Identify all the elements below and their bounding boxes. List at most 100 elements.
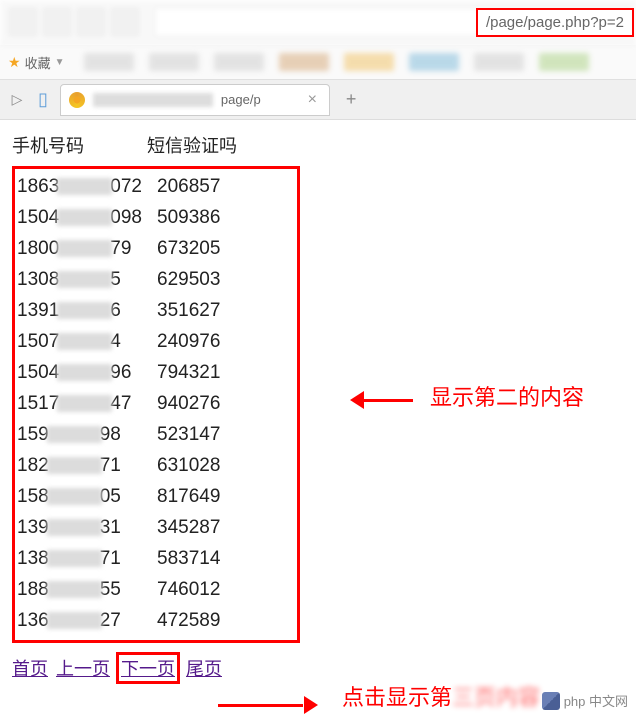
code-cell: 472589 [157, 605, 220, 636]
phone-prefix: 1507 [17, 331, 59, 352]
url-highlight-box: /page/page.php?p=2 [476, 8, 634, 37]
pagination-last-link[interactable]: 尾页 [186, 655, 222, 681]
phone-cell: 15074 [17, 326, 157, 357]
fav-item[interactable] [409, 53, 459, 71]
fav-item[interactable] [539, 53, 589, 71]
nav-refresh-button[interactable] [76, 7, 106, 37]
url-path: /page/page.php?p=2 [486, 14, 624, 31]
table-header-row: 手机号码 短信验证吗 [12, 132, 624, 158]
pagination-first-link[interactable]: 首页 [12, 655, 48, 681]
phone-masked [47, 519, 102, 536]
phone-prefix: 1504 [17, 362, 59, 383]
phone-suffix: 98 [100, 424, 121, 445]
phone-masked [47, 581, 102, 598]
fav-item[interactable] [474, 53, 524, 71]
browser-tab[interactable]: page/p × [60, 84, 330, 116]
fav-item[interactable] [344, 53, 394, 71]
table-row: 18855746012 [15, 574, 297, 605]
table-row: 15805817649 [15, 481, 297, 512]
tab-title-visible: page/p [221, 92, 261, 107]
new-tab-button[interactable]: + [338, 89, 365, 110]
phone-prefix: 1391 [17, 300, 59, 321]
fav-item[interactable] [149, 53, 199, 71]
tab-close-button[interactable]: × [304, 91, 321, 109]
code-cell: 345287 [157, 512, 220, 543]
table-row: 13085629503 [15, 264, 297, 295]
phone-masked [57, 395, 112, 412]
tab-bar: ▷ ▯ page/p × + [0, 80, 636, 120]
code-cell: 940276 [157, 388, 220, 419]
code-cell: 629503 [157, 264, 220, 295]
phone-prefix: 159 [17, 424, 49, 445]
code-cell: 509386 [157, 202, 220, 233]
phone-cell: 1800 79 [17, 233, 157, 264]
phone-cell: 151747 [17, 388, 157, 419]
favorites-label[interactable]: 收藏 [25, 53, 51, 72]
phone-masked [57, 271, 112, 288]
phone-prefix: 158 [17, 486, 49, 507]
watermark: php 中文网 [542, 691, 628, 710]
nav-forward-button[interactable] [42, 7, 72, 37]
table-row: 1863072206857 [15, 171, 297, 202]
table-row: 13871583714 [15, 543, 297, 574]
phone-suffix: 55 [100, 579, 121, 600]
table-row: 1504 96 794321 [15, 357, 297, 388]
code-cell: 240976 [157, 326, 220, 357]
document-icon[interactable]: ▯ [38, 89, 48, 110]
table-row: 139 31 345287 [15, 512, 297, 543]
phone-cell: 13916 [17, 295, 157, 326]
phone-cell: 139 31 [17, 512, 157, 543]
tab-list-toggle-icon[interactable]: ▷ [8, 91, 26, 109]
phone-prefix: 136 [17, 610, 49, 631]
fav-item[interactable] [84, 53, 134, 71]
phone-masked [57, 209, 112, 226]
tab-favicon-icon [69, 92, 85, 108]
phone-cell: 13085 [17, 264, 157, 295]
phone-suffix: 79 [110, 238, 131, 259]
annotation-text-right: 显示第二的内容 [430, 380, 584, 412]
favorites-dropdown-icon[interactable]: ▼ [55, 57, 65, 68]
code-cell: 746012 [157, 574, 220, 605]
fav-item[interactable] [214, 53, 264, 71]
favorites-items-blurred [84, 53, 589, 71]
phone-cell: 15805 [17, 481, 157, 512]
data-highlight-box: 1863072206857150409850938618007967320513… [12, 166, 300, 643]
phone-prefix: 1863 [17, 176, 59, 197]
code-cell: 631028 [157, 450, 220, 481]
code-cell: 794321 [157, 357, 220, 388]
phone-masked [47, 457, 102, 474]
nav-home-button[interactable] [110, 7, 140, 37]
phone-suffix: 96 [110, 362, 131, 383]
phone-masked [57, 240, 112, 257]
phone-prefix: 1517 [17, 393, 59, 414]
fav-item[interactable] [279, 53, 329, 71]
pagination: 首页 上一页 下一页 尾页 [12, 655, 624, 681]
header-code: 短信验证吗 [147, 132, 237, 158]
table-row: 182 71 631028 [15, 450, 297, 481]
phone-masked [57, 302, 112, 319]
phone-prefix: 1800 [17, 238, 59, 259]
table-row: 1504098509386 [15, 202, 297, 233]
watermark-logo-icon [542, 692, 560, 710]
phone-suffix: 71 [100, 455, 121, 476]
phone-cell: 1504098 [17, 202, 157, 233]
pagination-prev-link[interactable]: 上一页 [56, 655, 110, 681]
nav-back-button[interactable] [8, 7, 38, 37]
phone-masked [57, 364, 112, 381]
phone-suffix: 71 [100, 548, 121, 569]
code-cell: 351627 [157, 295, 220, 326]
phone-prefix: 139 [17, 517, 49, 538]
phone-masked [47, 488, 102, 505]
phone-prefix: 1308 [17, 269, 59, 290]
table-row: 15998523147 [15, 419, 297, 450]
table-row: 180079673205 [15, 233, 297, 264]
code-cell: 583714 [157, 543, 220, 574]
phone-prefix: 182 [17, 455, 49, 476]
annotation-text-bottom: 点击显示第三页内容 [342, 680, 540, 712]
code-cell: 817649 [157, 481, 220, 512]
phone-suffix: 31 [100, 517, 121, 538]
phone-masked [47, 612, 102, 629]
pagination-next-link[interactable]: 下一页 [121, 659, 175, 679]
phone-cell: 159 98 [17, 419, 157, 450]
phone-cell: 1504 96 [17, 357, 157, 388]
